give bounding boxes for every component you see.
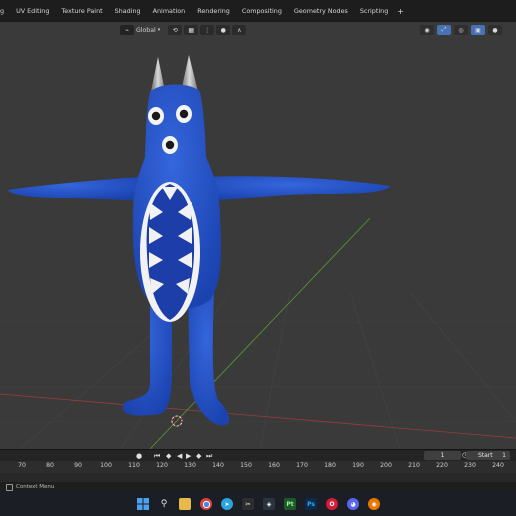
timeline-ruler[interactable]: 70 80 90 100 110 120 130 140 150 160 170… [0,461,516,473]
3d-viewport[interactable]: ⌁ Global ▾ ⟲ ▦ ⋮ ● ∧ ◉ ⤢ ◎ ▣ ● [0,22,516,449]
visibility-icon[interactable]: ◉ [420,25,434,35]
ruler-tick: 90 [74,462,82,469]
ruler-tick: 150 [240,462,252,469]
left-arm [8,177,140,200]
tab-layout[interactable]: g [0,7,10,15]
ruler-tick: 140 [212,462,224,469]
xray-icon[interactable]: ▣ [471,25,485,35]
ruler-tick: 210 [408,462,420,469]
telegram-icon[interactable]: ➤ [221,498,233,510]
right-arm [205,176,390,200]
ruler-tick: 120 [156,462,168,469]
blue-monster-model[interactable] [8,55,390,426]
timeline-area[interactable] [0,473,516,482]
orientation-dropdown[interactable]: Global [136,27,156,34]
gizmo-icon[interactable]: ⤢ [437,25,451,35]
status-text: Context Menu [16,484,55,490]
start-frame-field[interactable]: Start 1 [466,451,510,460]
jump-end-icon[interactable]: ⏭ [206,452,212,461]
tab-animation[interactable]: Animation [147,7,192,15]
windows-start-icon[interactable] [137,498,149,510]
ruler-tick: 100 [100,462,112,469]
next-keyframe-icon[interactable]: ◆ [196,452,201,460]
right-leg [188,292,230,426]
x-axis-line [0,393,516,439]
viewport-scene [0,55,516,449]
workspace-tabs-bar: g UV Editing Texture Paint Shading Anima… [0,0,516,22]
ruler-tick: 220 [436,462,448,469]
chevron-down-icon: ▾ [157,27,161,33]
tab-scripting[interactable]: Scripting [354,7,394,15]
ruler-tick: 80 [46,462,54,469]
tab-geometry-nodes[interactable]: Geometry Nodes [288,7,354,15]
falloff-icon[interactable]: ∧ [232,25,247,35]
ruler-tick: 130 [184,462,196,469]
play-reverse-icon[interactable]: ◀ [177,452,182,460]
davinci-icon[interactable]: ◈ [263,498,275,510]
pivot-icon[interactable]: ⟲ [168,25,183,35]
overlays-icon[interactable]: ◎ [454,25,468,35]
ruler-tick: 190 [352,462,364,469]
ruler-tick: 200 [380,462,392,469]
ruler-tick: 240 [492,462,504,469]
ruler-tick: 230 [464,462,476,469]
windows-taskbar: ⚲ ➤ ✂ ◈ Pt Ps O ◕ ◉ [0,492,516,516]
file-explorer-icon[interactable] [179,498,191,510]
proportional-edit-icon[interactable]: ● [216,25,231,35]
tab-rendering[interactable]: Rendering [191,7,236,15]
add-workspace-button[interactable]: + [394,7,407,16]
solid-shading-icon[interactable]: ● [488,25,502,35]
viewport-display-tools: ◉ ⤢ ◎ ▣ ● [420,25,502,35]
orientation-icon: ⌁ [120,25,134,35]
play-icon[interactable]: ▶ [186,452,191,460]
tab-shading[interactable]: Shading [109,7,147,15]
capcut-icon[interactable]: ✂ [242,498,254,510]
snap-icon[interactable]: ▦ [184,25,199,35]
chrome-icon[interactable] [200,498,212,510]
keyframe-dot-icon[interactable]: ● [136,452,142,460]
blender-icon[interactable]: ◉ [368,498,380,510]
start-value: 1 [502,452,506,459]
tab-texture-paint[interactable]: Texture Paint [55,7,108,15]
ruler-tick: 160 [268,462,280,469]
search-icon[interactable]: ⚲ [158,498,170,510]
photoshop-icon[interactable]: Ps [305,498,317,510]
snap-target-icon[interactable]: ⋮ [200,25,215,35]
prev-keyframe-icon[interactable]: ◆ [166,452,171,460]
mouse-icon [6,484,13,491]
ruler-tick: 110 [128,462,140,469]
viewport-header: ⌁ Global ▾ ⟲ ▦ ⋮ ● ∧ ◉ ⤢ ◎ ▣ ● [0,22,516,38]
jump-start-icon[interactable]: ⏮ [154,452,160,461]
tab-uv-editing[interactable]: UV Editing [10,7,55,15]
status-bar: Context Menu [0,482,516,492]
photopea-icon[interactable]: Pt [284,498,296,510]
start-label: Start [478,452,493,459]
transform-orientation[interactable]: ⌁ Global ▾ ⟲ ▦ ⋮ ● ∧ [120,25,247,35]
grid-lines [0,291,516,449]
ruler-tick: 180 [324,462,336,469]
current-frame-field[interactable]: 1 [424,451,461,460]
ruler-tick: 170 [296,462,308,469]
tab-compositing[interactable]: Compositing [236,7,288,15]
discord-icon[interactable]: ◕ [347,498,359,510]
opera-icon[interactable]: O [326,498,338,510]
ruler-tick: 70 [18,462,26,469]
